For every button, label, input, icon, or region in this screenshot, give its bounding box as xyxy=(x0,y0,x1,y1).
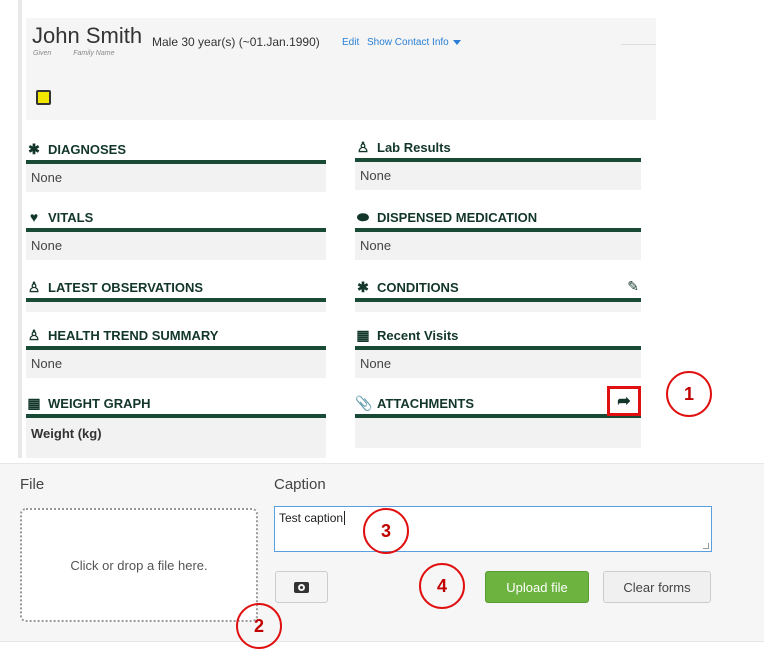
caption-input[interactable]: Test caption xyxy=(274,506,712,552)
widget-value xyxy=(26,302,326,312)
callout-3: 3 xyxy=(363,508,409,554)
calendar-icon: ▦ xyxy=(356,327,370,343)
paperclip-icon: 📎 xyxy=(355,395,373,411)
panel-left-border xyxy=(18,0,22,458)
doctor-icon: ♙ xyxy=(27,279,41,295)
widget-title[interactable]: Lab Results xyxy=(377,140,451,155)
widget-diagnoses: ✱ DIAGNOSES None xyxy=(26,138,326,192)
widget-value xyxy=(355,302,641,312)
caption-label: Caption xyxy=(274,476,326,493)
edit-link[interactable]: Edit xyxy=(342,37,359,48)
caret-down-icon xyxy=(452,39,461,45)
caption-value: Test caption xyxy=(279,511,344,525)
widget-health-trend-summary: ♙ HEALTH TREND SUMMARY None xyxy=(26,324,326,378)
widget-title[interactable]: Recent Visits xyxy=(377,328,458,343)
patient-header: John Smith Given Family Name Male 30 yea… xyxy=(26,18,656,120)
header-divider xyxy=(621,44,656,45)
sticky-note-icon[interactable] xyxy=(36,90,51,105)
callout-4: 4 xyxy=(419,563,465,609)
widget-weight-graph: ▦ WEIGHT GRAPH Weight (kg) xyxy=(26,392,326,458)
widget-value: None xyxy=(26,232,326,260)
file-label: File xyxy=(20,476,45,493)
resize-handle-icon[interactable] xyxy=(703,543,709,549)
name-labels: Given Family Name xyxy=(33,50,134,57)
widget-value xyxy=(355,418,641,448)
widget-value: None xyxy=(355,162,641,190)
widget-dispensed-medication: ⬬ DISPENSED MEDICATION None xyxy=(355,206,641,260)
widget-value: None xyxy=(26,164,326,192)
widget-attachments: 📎 ATTACHMENTS ➦ xyxy=(355,386,641,448)
widget-value: None xyxy=(355,350,641,378)
show-contact-info-link[interactable]: Show Contact Info xyxy=(367,37,461,48)
camera-icon xyxy=(294,581,309,593)
clear-forms-button[interactable]: Clear forms xyxy=(603,571,711,603)
widget-title[interactable]: DISPENSED MEDICATION xyxy=(377,210,537,225)
callout-1: 1 xyxy=(666,371,712,417)
widget-title[interactable]: LATEST OBSERVATIONS xyxy=(48,280,203,295)
widget-latest-observations: ♙ LATEST OBSERVATIONS xyxy=(26,276,326,312)
given-label: Given xyxy=(33,50,52,57)
widget-title[interactable]: CONDITIONS xyxy=(377,280,459,295)
pill-icon: ⬬ xyxy=(357,209,369,225)
patient-demographics: Male 30 year(s) (~01.Jan.1990) xyxy=(152,35,320,49)
heartbeat-icon: ♥ xyxy=(29,209,39,225)
widget-title[interactable]: ATTACHMENTS xyxy=(377,396,474,411)
callout-2: 2 xyxy=(236,603,282,649)
widget-value: None xyxy=(355,232,641,260)
widget-conditions: ✱ CONDITIONS ✎ xyxy=(355,276,641,312)
widget-vitals: ♥ VITALS None xyxy=(26,206,326,260)
widget-title[interactable]: DIAGNOSES xyxy=(48,142,126,157)
bar-chart-icon: ▦ xyxy=(27,395,41,411)
widget-value: None xyxy=(26,350,326,378)
widget-title[interactable]: WEIGHT GRAPH xyxy=(48,396,151,411)
widget-title[interactable]: HEALTH TREND SUMMARY xyxy=(48,328,218,343)
file-dropzone[interactable]: Click or drop a file here. xyxy=(20,508,258,622)
pencil-icon[interactable]: ✎ xyxy=(627,278,639,295)
doctor-icon: ♙ xyxy=(356,139,370,155)
share-arrow-icon: ➦ xyxy=(617,393,631,410)
show-contact-info-label: Show Contact Info xyxy=(367,37,449,48)
person-icon: ✱ xyxy=(357,279,369,295)
upload-file-button[interactable]: Upload file xyxy=(485,571,589,603)
share-button[interactable]: ➦ xyxy=(607,386,641,416)
person-icon: ✱ xyxy=(28,141,40,157)
camera-button[interactable] xyxy=(275,571,328,603)
family-name-label: Family Name xyxy=(73,50,115,57)
patient-name: John Smith xyxy=(32,23,143,48)
text-cursor xyxy=(344,511,346,525)
widget-recent-visits: ▦ Recent Visits None xyxy=(355,324,641,378)
widget-title[interactable]: VITALS xyxy=(48,210,93,225)
widget-value: Weight (kg) xyxy=(26,418,326,458)
doctor-icon: ♙ xyxy=(27,327,41,343)
dropzone-text: Click or drop a file here. xyxy=(70,557,208,573)
upload-form-footer xyxy=(0,641,764,664)
widget-lab-results: ♙ Lab Results None xyxy=(355,136,641,190)
